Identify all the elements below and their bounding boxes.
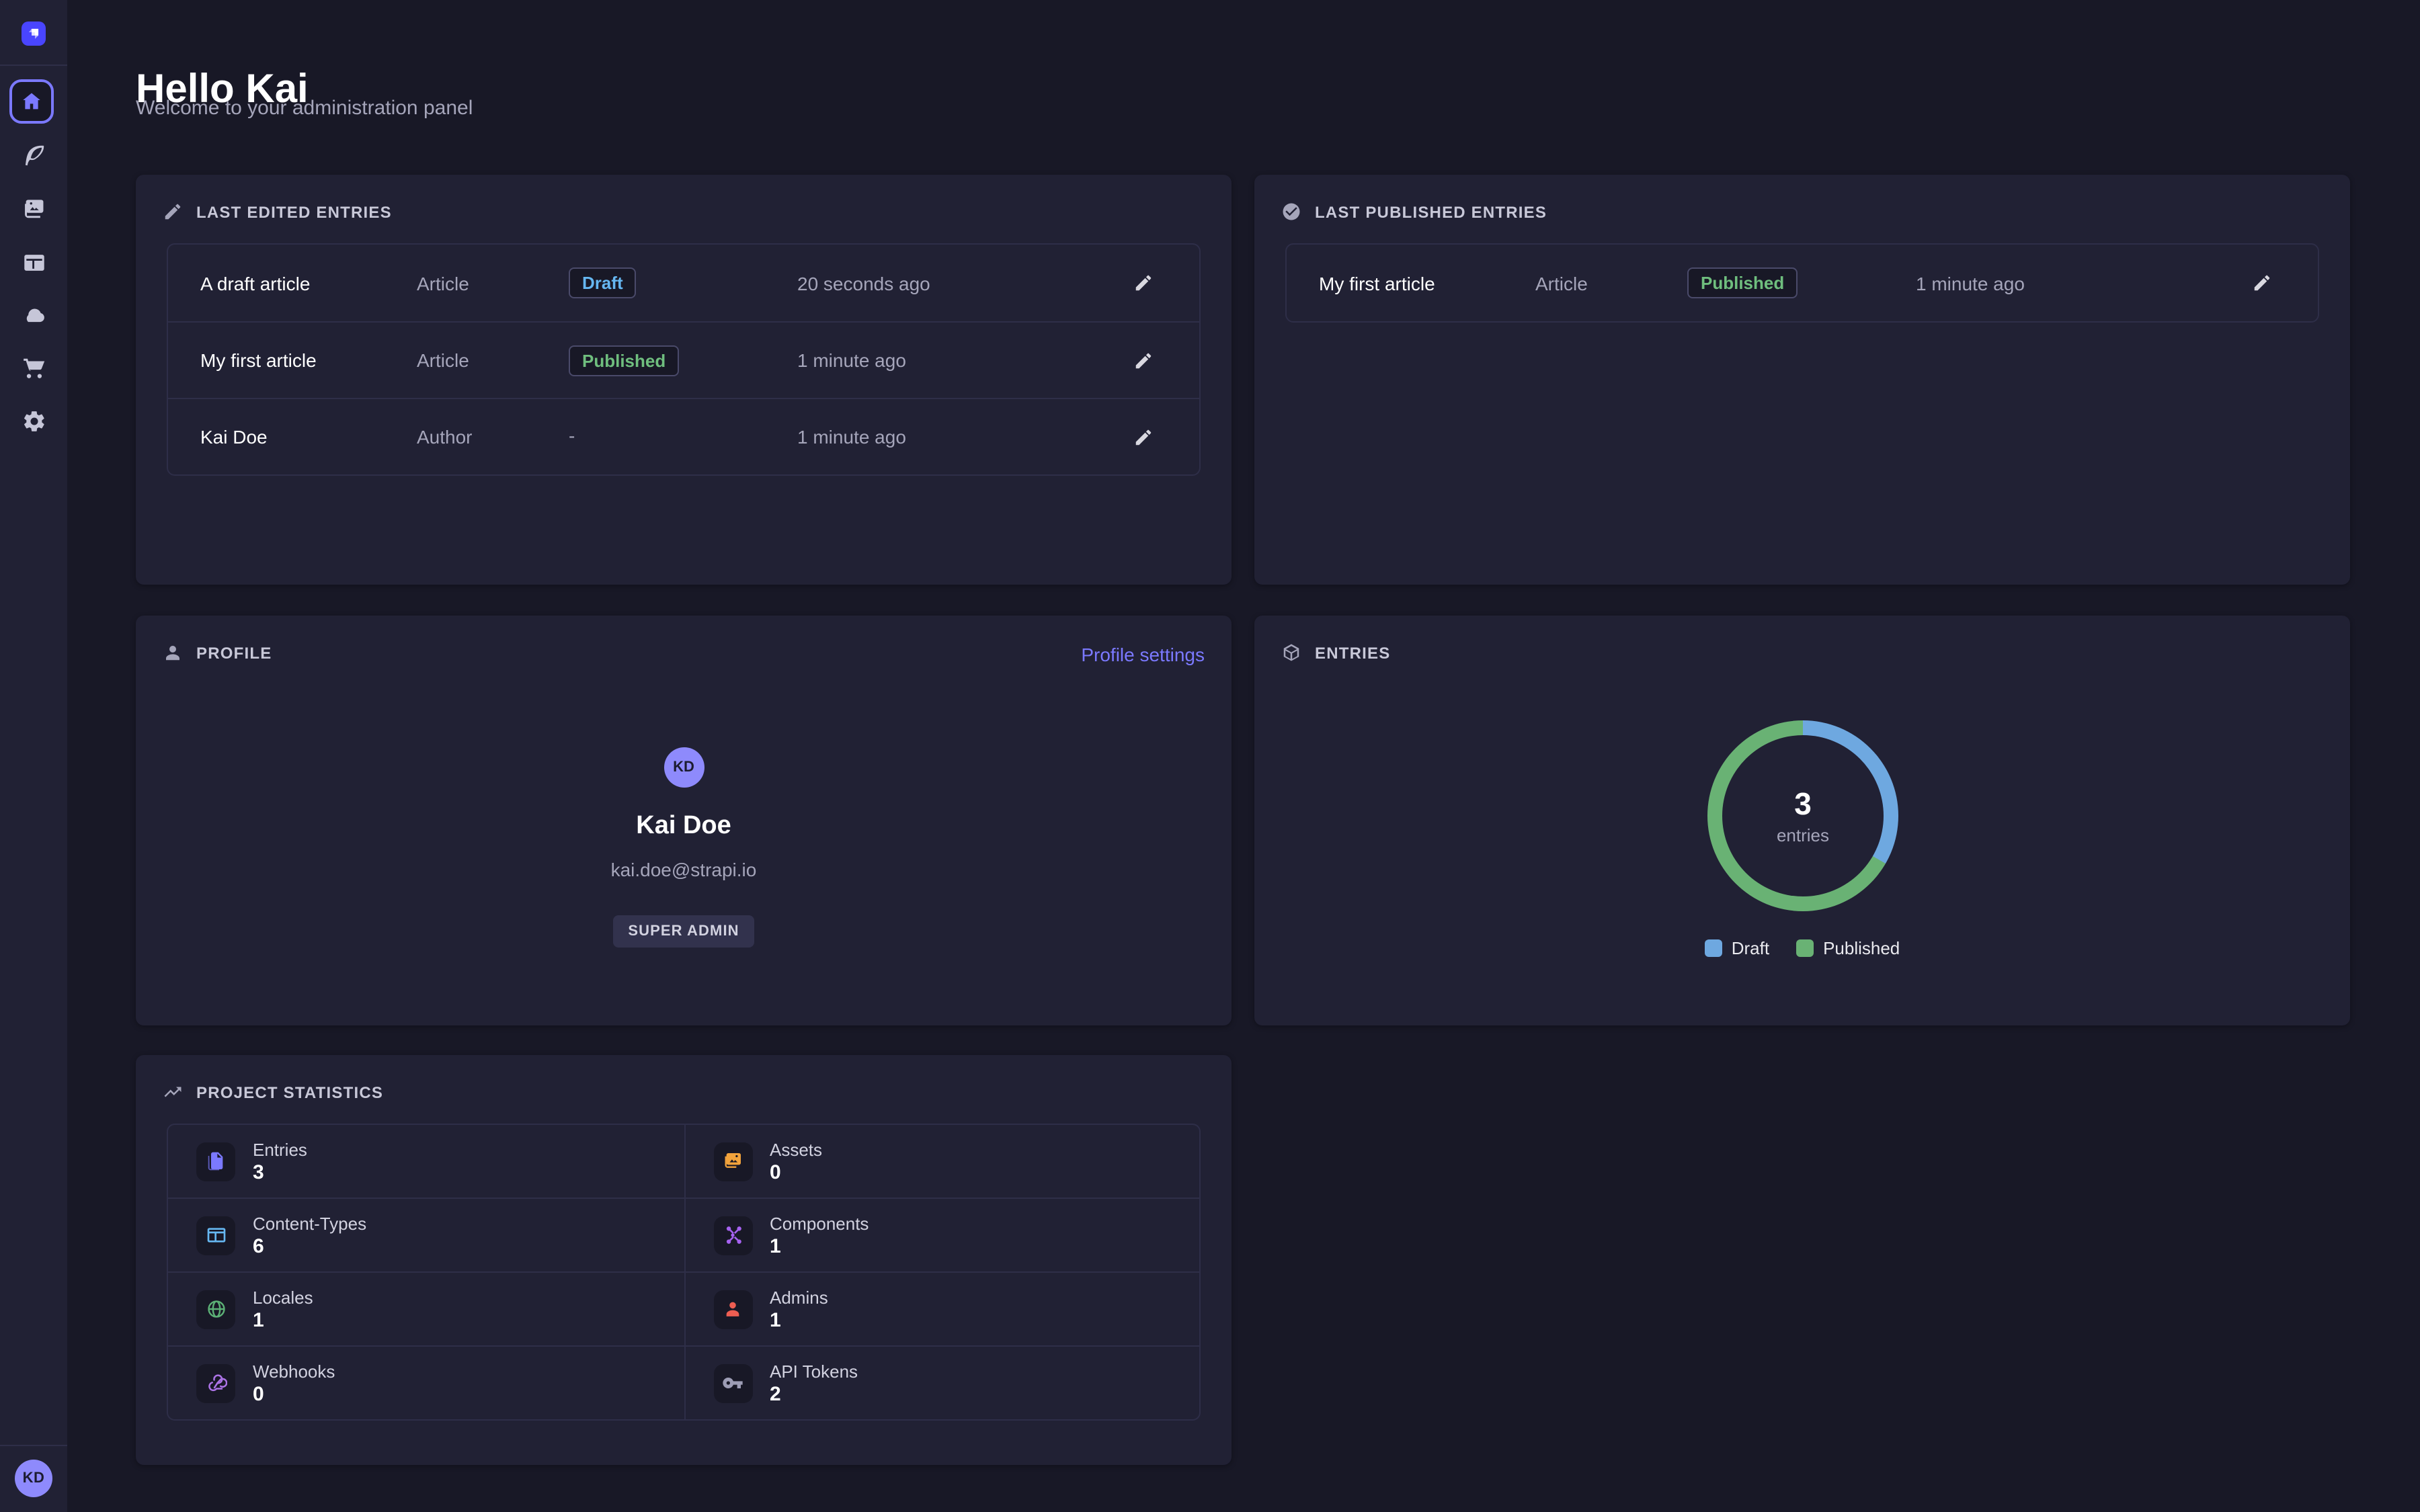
card-header: PROJECT STATISTICS bbox=[163, 1082, 383, 1102]
stat-webhooks: Webhooks0 bbox=[168, 1347, 684, 1419]
nodes-icon bbox=[713, 1216, 752, 1255]
window-layout-icon bbox=[196, 1216, 235, 1255]
entry-name: My first article bbox=[200, 349, 417, 371]
legend-item-draft: Draft bbox=[1705, 938, 1769, 958]
stats-table: Entries3 Assets0 Content-Types6 Componen… bbox=[167, 1124, 1201, 1421]
pencil-icon bbox=[1133, 427, 1154, 447]
sidebar-item-deploy[interactable] bbox=[20, 301, 47, 328]
layout-icon bbox=[21, 249, 46, 275]
cart-icon bbox=[21, 354, 46, 380]
sidebar: KD bbox=[0, 0, 67, 1512]
sidebar-item-content-manager[interactable] bbox=[20, 141, 47, 168]
profile-email: kai.doe@strapi.io bbox=[611, 859, 757, 880]
cube-icon bbox=[1281, 642, 1301, 663]
edit-entry-button[interactable] bbox=[1131, 424, 1156, 450]
last-published-entries-card: LAST PUBLISHED ENTRIES My first article … bbox=[1254, 175, 2350, 585]
role-badge: SUPER ADMIN bbox=[613, 915, 754, 948]
avatar: KD bbox=[663, 747, 704, 788]
entries-doughnut-chart: 3 entries bbox=[1707, 720, 1898, 911]
last-edited-entries-card: LAST EDITED ENTRIES A draft article Arti… bbox=[136, 175, 1232, 585]
sidebar-item-media-library[interactable] bbox=[20, 195, 47, 222]
entry-row[interactable]: A draft article Article Draft 20 seconds… bbox=[168, 245, 1199, 321]
entry-name: Kai Doe bbox=[200, 426, 417, 448]
pictures-icon bbox=[713, 1142, 752, 1181]
entry-type: Article bbox=[1535, 272, 1687, 294]
entries-count: 3 bbox=[1794, 786, 1812, 823]
legend-item-published: Published bbox=[1796, 938, 1900, 958]
sidebar-divider-bottom bbox=[0, 1445, 67, 1446]
pencil-icon bbox=[2252, 273, 2272, 293]
feather-icon bbox=[21, 142, 46, 167]
project-statistics-card: PROJECT STATISTICS Entries3 Assets0 Cont… bbox=[136, 1055, 1232, 1465]
sidebar-item-marketplace[interactable] bbox=[20, 353, 47, 380]
status-badge: Published bbox=[1687, 267, 1798, 298]
trending-up-icon bbox=[163, 1082, 183, 1102]
key-icon bbox=[713, 1363, 752, 1402]
entry-row[interactable]: Kai Doe Author - 1 minute ago bbox=[168, 398, 1199, 474]
page-subtitle: Welcome to your administration panel bbox=[136, 97, 473, 120]
globe-icon bbox=[196, 1290, 235, 1329]
entry-updated: 1 minute ago bbox=[797, 349, 1073, 371]
entry-updated: 1 minute ago bbox=[1916, 272, 2191, 294]
gear-icon bbox=[21, 408, 46, 433]
cloud-icon bbox=[21, 302, 46, 327]
strapi-admin-dashboard: KD Hello Kai Welcome to your administrat… bbox=[0, 0, 2420, 1512]
entry-name: A draft article bbox=[200, 272, 417, 294]
entry-updated: 20 seconds ago bbox=[797, 272, 1073, 294]
entries-count-label: entries bbox=[1777, 825, 1829, 845]
card-title: PROJECT STATISTICS bbox=[196, 1083, 383, 1101]
card-header: LAST EDITED ENTRIES bbox=[163, 202, 392, 222]
stat-api-tokens: API Tokens2 bbox=[684, 1347, 1199, 1419]
stat-components: Components1 bbox=[684, 1199, 1199, 1271]
entries-chart-card: ENTRIES 3 entries Draft Published bbox=[1254, 616, 2350, 1025]
card-title: ENTRIES bbox=[1315, 643, 1390, 662]
strapi-logo[interactable] bbox=[22, 22, 46, 46]
card-header: LAST PUBLISHED ENTRIES bbox=[1281, 202, 1547, 222]
card-title: LAST EDITED ENTRIES bbox=[196, 202, 392, 221]
profile-name: Kai Doe bbox=[636, 812, 731, 841]
entry-type: Author bbox=[417, 426, 569, 448]
pencil-icon bbox=[1133, 273, 1154, 293]
status-empty: - bbox=[569, 425, 575, 446]
card-title: LAST PUBLISHED ENTRIES bbox=[1315, 202, 1547, 221]
stat-locales: Locales1 bbox=[168, 1273, 684, 1345]
edit-entry-button[interactable] bbox=[2249, 270, 2275, 296]
last-edited-table: A draft article Article Draft 20 seconds… bbox=[167, 243, 1201, 476]
check-circle-icon bbox=[1281, 202, 1301, 222]
entry-updated: 1 minute ago bbox=[797, 426, 1073, 448]
entry-row[interactable]: My first article Article Published 1 min… bbox=[1287, 245, 2318, 321]
edit-entry-button[interactable] bbox=[1131, 347, 1156, 373]
stat-entries: Entries3 bbox=[168, 1125, 684, 1198]
doughnut-center: 3 entries bbox=[1707, 720, 1898, 911]
home-icon bbox=[20, 90, 43, 113]
status-badge: Published bbox=[569, 345, 679, 376]
user-avatar[interactable]: KD bbox=[15, 1460, 52, 1497]
last-published-table: My first article Article Published 1 min… bbox=[1285, 243, 2319, 323]
entry-type: Article bbox=[417, 272, 569, 294]
stat-admins: Admins1 bbox=[684, 1273, 1199, 1345]
entry-type: Article bbox=[417, 349, 569, 371]
card-header: ENTRIES bbox=[1281, 642, 1390, 663]
profile-card: PROFILE Profile settings KD Kai Doe kai.… bbox=[136, 616, 1232, 1025]
user-icon bbox=[713, 1290, 752, 1329]
chart-legend: Draft Published bbox=[1254, 938, 2350, 958]
stat-content-types: Content-Types6 bbox=[168, 1199, 684, 1271]
entry-name: My first article bbox=[1319, 272, 1535, 294]
published-swatch bbox=[1796, 939, 1814, 957]
profile-body: KD Kai Doe kai.doe@strapi.io SUPER ADMIN bbox=[136, 616, 1232, 1025]
entry-row[interactable]: My first article Article Published 1 min… bbox=[168, 321, 1199, 398]
sidebar-item-content-type-builder[interactable] bbox=[20, 249, 47, 276]
edit-entry-button[interactable] bbox=[1131, 270, 1156, 296]
document-icon bbox=[196, 1142, 235, 1181]
sidebar-divider-top bbox=[0, 65, 67, 66]
media-gallery-icon bbox=[21, 196, 46, 221]
pencil-icon bbox=[1133, 350, 1154, 370]
stat-assets: Assets0 bbox=[684, 1125, 1199, 1198]
sidebar-item-home[interactable] bbox=[9, 79, 54, 124]
draft-swatch bbox=[1705, 939, 1722, 957]
webhook-icon bbox=[196, 1363, 235, 1402]
status-badge: Draft bbox=[569, 267, 637, 298]
sidebar-item-settings[interactable] bbox=[20, 407, 47, 434]
pencil-icon bbox=[163, 202, 183, 222]
